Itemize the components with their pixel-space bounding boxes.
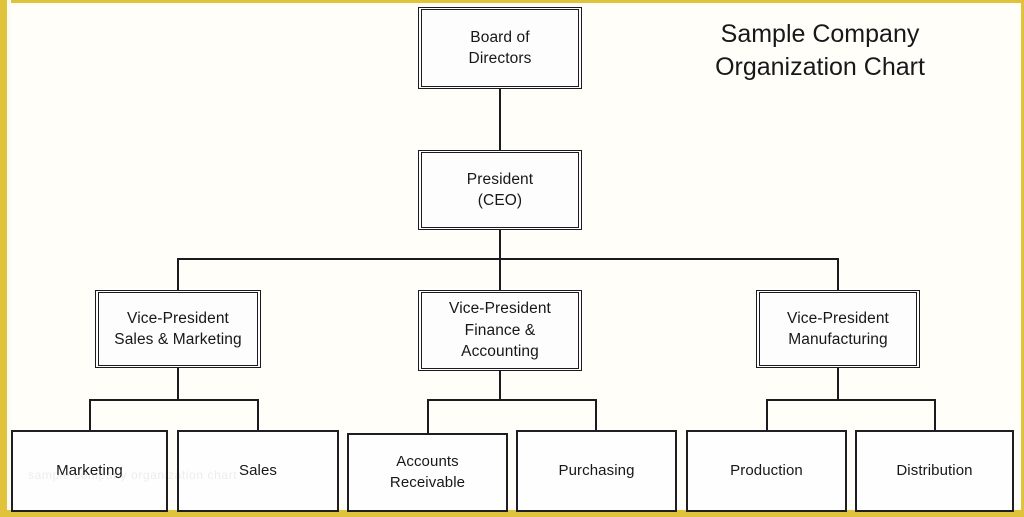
node-president-inner: President (CEO) [421, 152, 579, 228]
node-purchasing[interactable]: Purchasing [516, 430, 677, 512]
connector-vp-sales-bus [89, 399, 259, 401]
node-sales-inner: Sales [179, 432, 337, 510]
node-board-of-directors-label: Board of Directors [468, 28, 532, 67]
node-accounts-receivable-label: Accounts Receivable [389, 452, 466, 491]
connector-president-bus [177, 258, 839, 260]
node-president-label: President (CEO) [466, 170, 534, 209]
node-marketing-label: Marketing [56, 461, 123, 479]
node-accounts-receivable[interactable]: Accounts Receivable [347, 433, 508, 512]
connector-bus-to-vp-sales [177, 258, 179, 291]
node-purchasing-inner: Purchasing [518, 432, 675, 510]
node-distribution[interactable]: Distribution [855, 430, 1014, 512]
connector-bus-to-distribution [934, 399, 936, 431]
node-distribution-inner: Distribution [857, 432, 1012, 510]
chart-title: Sample Company Organization Chart [715, 20, 925, 82]
organization-chart-canvas: Board of Directors President (CEO) Vice-… [0, 0, 1024, 517]
connector-vp-manufacturing-stem [837, 367, 839, 401]
connector-bus-to-purchasing [595, 399, 597, 431]
node-marketing-inner: Marketing [13, 432, 166, 510]
connector-president-stem [499, 229, 501, 291]
node-vp-manufacturing-inner: Vice-President Manufacturing [759, 292, 917, 366]
node-sales[interactable]: Sales [177, 430, 339, 512]
node-production[interactable]: Production [686, 430, 847, 512]
connector-board-to-president [499, 88, 501, 150]
node-accounts-receivable-inner: Accounts Receivable [349, 435, 506, 510]
organization-chart-frame: Board of Directors President (CEO) Vice-… [0, 0, 1024, 517]
node-distribution-label: Distribution [896, 461, 973, 479]
connector-bus-to-production [766, 399, 768, 431]
node-vp-finance-accounting[interactable]: Vice-President Finance & Accounting [418, 290, 582, 371]
connector-vp-finance-stem [499, 370, 501, 401]
connector-bus-to-marketing [89, 399, 91, 431]
connector-bus-to-vp-manufacturing [837, 258, 839, 291]
connector-vp-sales-stem [177, 367, 179, 401]
node-sales-label: Sales [238, 461, 278, 479]
connector-vp-manufacturing-bus [766, 399, 936, 401]
node-purchasing-label: Purchasing [558, 461, 635, 479]
connector-bus-to-accounts-receivable [427, 399, 429, 433]
connector-vp-finance-bus [427, 399, 597, 401]
node-vp-finance-accounting-label: Vice-President Finance & Accounting [449, 300, 551, 361]
node-production-inner: Production [688, 432, 845, 510]
node-vp-sales-marketing-inner: Vice-President Sales & Marketing [98, 292, 258, 366]
node-board-of-directors[interactable]: Board of Directors [418, 7, 582, 89]
connector-bus-to-sales [257, 399, 259, 431]
node-vp-sales-marketing[interactable]: Vice-President Sales & Marketing [95, 290, 261, 368]
node-vp-sales-marketing-label: Vice-President Sales & Marketing [114, 309, 242, 348]
node-production-label: Production [730, 461, 803, 479]
node-president[interactable]: President (CEO) [418, 150, 582, 230]
node-board-of-directors-inner: Board of Directors [421, 9, 579, 87]
node-vp-finance-accounting-inner: Vice-President Finance & Accounting [421, 292, 579, 369]
node-marketing[interactable]: Marketing [11, 430, 168, 512]
frame-edge-left [0, 0, 7, 517]
node-vp-manufacturing[interactable]: Vice-President Manufacturing [756, 290, 920, 368]
node-vp-manufacturing-label: Vice-President Manufacturing [787, 309, 889, 348]
frame-edge-top [0, 0, 1024, 3]
